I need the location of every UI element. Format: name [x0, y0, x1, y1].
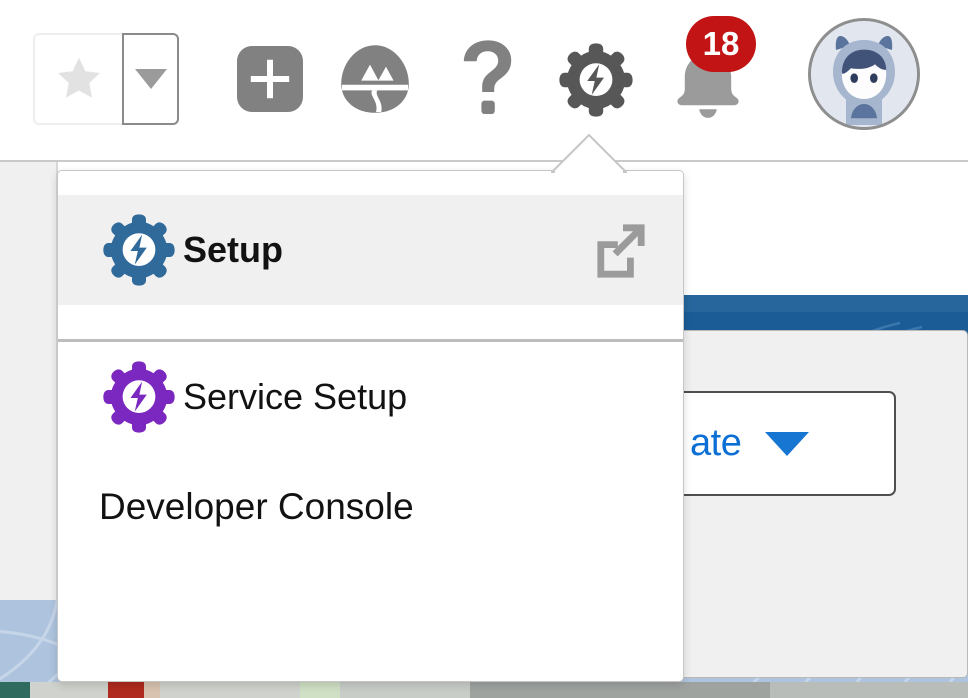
gear-lightning-purple-icon	[100, 359, 183, 435]
taskbar-segment	[108, 682, 144, 698]
global-create-button[interactable]	[234, 43, 306, 115]
star-icon	[57, 57, 100, 98]
menu-item-label: Service Setup	[183, 376, 408, 417]
menu-item-setup[interactable]: Setup	[58, 195, 683, 305]
help-button[interactable]	[452, 38, 524, 118]
menu-item-label: Setup	[183, 229, 284, 270]
taskbar-segment	[160, 682, 300, 698]
taskbar-segment	[340, 682, 470, 698]
avatar-icon	[811, 21, 917, 127]
record-action-button[interactable]: ate	[674, 391, 896, 496]
setup-button[interactable]	[556, 42, 636, 118]
global-header-actions: 18	[0, 0, 968, 160]
menu-item-service-setup[interactable]: Service Setup	[58, 342, 683, 452]
gear-lightning-icon	[559, 43, 633, 117]
favorites-toggle-button[interactable]	[33, 33, 122, 125]
detail-card	[675, 330, 968, 678]
gear-lightning-blue-icon	[100, 212, 183, 288]
trailhead-button[interactable]	[338, 44, 412, 114]
setup-dropdown-menu[interactable]: Setup Service Setup Developer Console	[57, 170, 684, 682]
record-action-button-label: ate	[690, 422, 742, 464]
taskbar-segment	[0, 682, 30, 698]
menu-spacer	[58, 305, 683, 339]
avatar[interactable]	[808, 18, 920, 130]
header-bottom-border	[0, 160, 968, 162]
taskbar-segment	[30, 682, 108, 698]
menu-top-padding	[58, 171, 683, 195]
notification-count-badge: 18	[686, 16, 756, 72]
taskbar-segment	[470, 682, 770, 698]
favorites-dropdown-button[interactable]	[122, 33, 179, 125]
taskbar-segment	[300, 682, 340, 698]
external-link-icon	[591, 222, 647, 278]
screen: ate 18 Setup Service Setup Developer Con…	[0, 0, 968, 698]
chevron-down-icon	[134, 69, 167, 89]
favorites-control[interactable]	[33, 33, 179, 125]
plus-icon	[237, 46, 303, 112]
popover-notch	[551, 133, 627, 173]
taskbar-segment	[144, 682, 160, 698]
os-taskbar[interactable]	[0, 682, 968, 698]
trailhead-mountain-icon	[341, 45, 409, 113]
menu-item-developer-console[interactable]: Developer Console	[58, 452, 683, 562]
left-panel	[0, 162, 57, 600]
taskbar-segment	[770, 682, 968, 698]
question-mark-icon	[463, 40, 512, 114]
chevron-down-icon	[765, 431, 810, 456]
menu-item-label: Developer Console	[99, 486, 414, 527]
